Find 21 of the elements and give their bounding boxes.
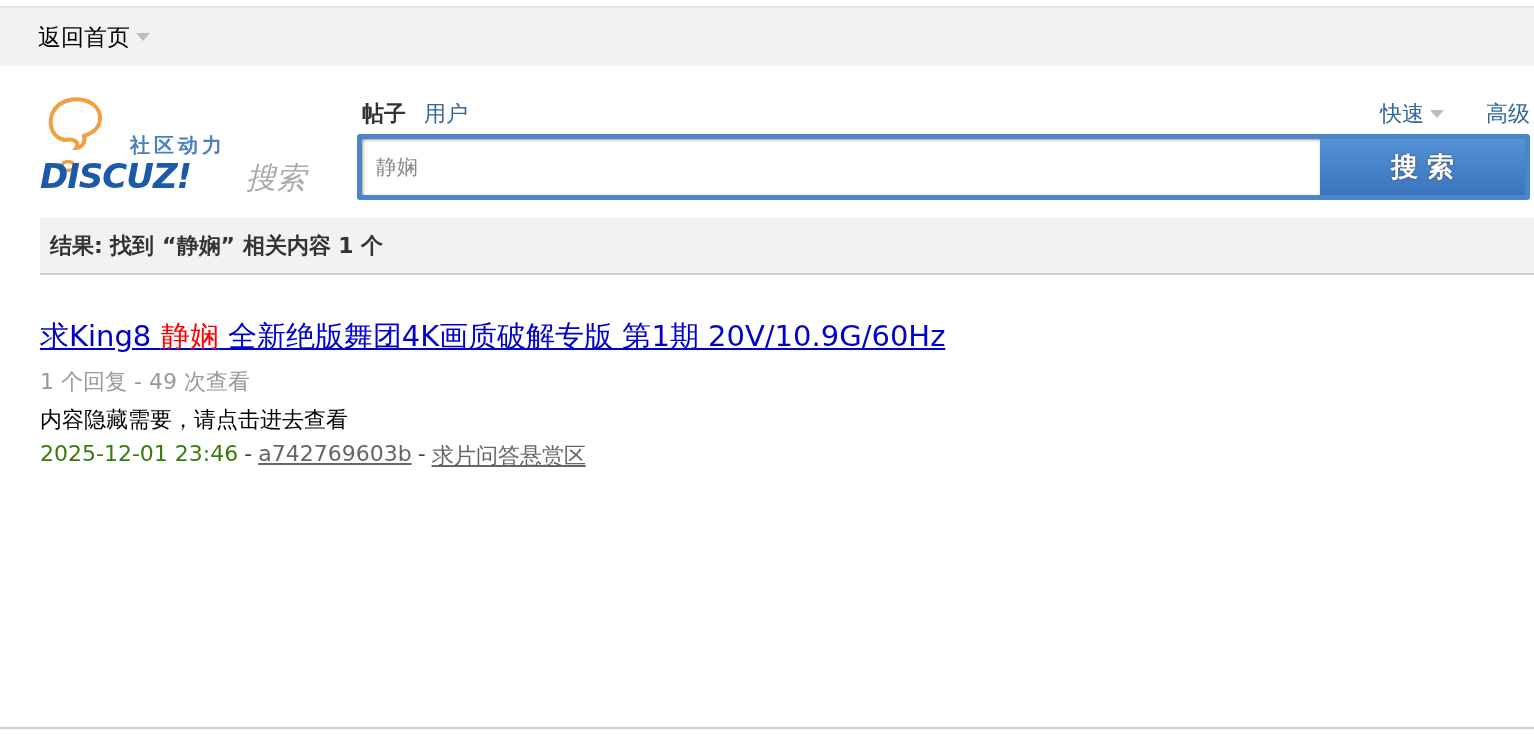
- logo-tagline: 社区动力: [130, 132, 226, 159]
- result-summary: 内容隐藏需要，请点击进去查看: [40, 406, 349, 434]
- forum-link[interactable]: 求片问答悬赏区: [431, 441, 586, 471]
- search-tab[interactable]: 帖子: [362, 99, 410, 130]
- search-bar[interactable]: 静娴 搜 索: [357, 134, 1530, 200]
- search-button[interactable]: 搜 索: [1320, 139, 1525, 195]
- advanced-search-link[interactable]: 高级: [1486, 99, 1530, 130]
- caret-icon: [1430, 110, 1444, 119]
- logo-wordmark: DISCUZ!: [40, 156, 192, 196]
- quick-search-link[interactable]: 快速: [1380, 99, 1424, 130]
- author-link[interactable]: a742769603b: [258, 441, 412, 471]
- separator: -: [417, 441, 426, 468]
- home-link[interactable]: 返回首页: [38, 21, 130, 53]
- results-summary: 结果: 找到 “静娴” 相关内容 1 个: [50, 231, 384, 260]
- result-title-link[interactable]: 求King8 静娴 全新绝版舞团4K画质破解专版 第1期 20V/10.9G/60Hz: [40, 319, 946, 353]
- search-field[interactable]: 静娴: [362, 139, 1320, 195]
- post-date: 2025-12-01 23:46: [40, 441, 239, 468]
- search-tab[interactable]: 用户: [424, 99, 472, 130]
- caret-icon: [136, 33, 150, 41]
- result-stats: 1 个回复 - 49 次查看: [40, 368, 251, 396]
- separator: -: [244, 441, 253, 468]
